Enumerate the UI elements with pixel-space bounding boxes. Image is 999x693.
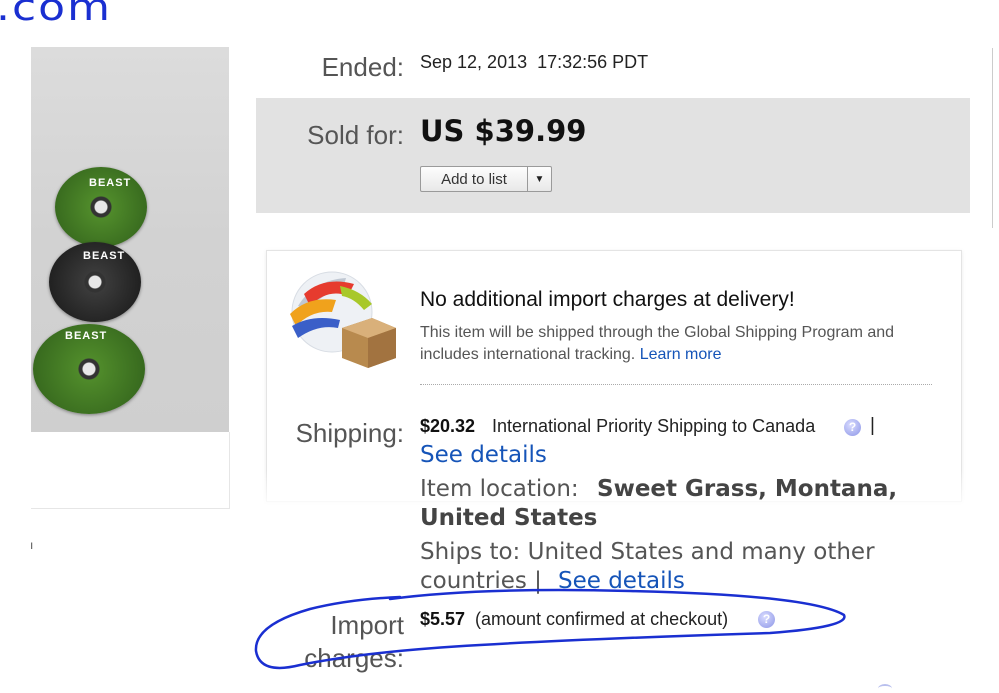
shipping-method: International Priority Shipping to Canad… [492,416,816,436]
ships-to-text: Ships to: United States and many other [420,539,875,565]
item-location-value: Sweet Grass, Montana, [597,476,898,502]
disc-label: BEAST [65,330,108,342]
image-frame [31,432,230,509]
gsp-description: This item will be shipped through the Gl… [420,322,940,366]
shipping-see-details-link[interactable]: See details [420,442,547,468]
disc-label: BEAST [83,250,126,262]
partial-icon [878,684,892,693]
ended-label: Ended: [321,52,404,82]
scrollbar[interactable] [992,48,999,228]
ended-date: Sep 12, 2013 17:32:56 PDT [420,52,649,72]
global-shipping-box-icon [290,271,396,368]
dvd-disc: BEAST [49,242,141,322]
help-icon[interactable]: ? [844,419,861,436]
sold-price: US $39.99 [420,114,587,148]
learn-more-link[interactable]: Learn more [640,346,722,363]
shipping-label: Shipping: [295,418,404,448]
truncated-text: ı [30,538,34,552]
sold-price-panel [256,98,970,213]
handwritten-annotation-text: .com [0,0,112,30]
separator: | [870,415,875,436]
sold-for-label: Sold for: [307,120,404,150]
add-to-list-button-group: Add to list ▼ [420,166,552,192]
shipping-cost: $20.32 [420,416,476,436]
chevron-down-icon[interactable]: ▼ [528,167,551,191]
product-image[interactable]: BEAST BEAST BEAST [31,47,229,432]
disc-label: BEAST [89,177,132,189]
gsp-headline: No additional import charges at delivery… [420,288,795,311]
dvd-disc: BEAST [33,324,145,414]
item-location-value-country: United States [420,505,598,531]
handwritten-circle-annotation [254,588,846,670]
dvd-disc: BEAST [55,167,147,247]
add-to-list-button[interactable]: Add to list [421,167,528,191]
divider [420,384,932,385]
item-location-label: Item location: [420,476,579,502]
